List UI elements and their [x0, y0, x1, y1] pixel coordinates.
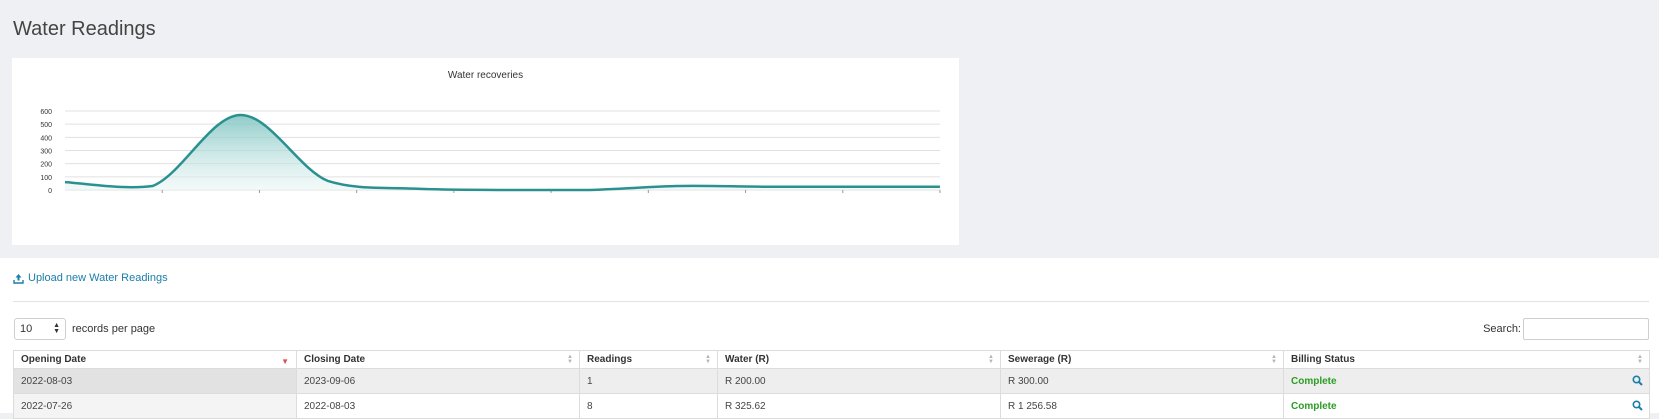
column-label: Water (R) [725, 354, 770, 365]
search-icon[interactable] [1632, 375, 1643, 386]
column-label: Billing Status [1291, 354, 1355, 365]
search-box: Search: [1483, 318, 1649, 340]
search-icon[interactable] [1632, 400, 1643, 411]
table-row[interactable]: 2022-07-26 2022-08-03 8 R 325.62 R 1 256… [13, 393, 1650, 419]
upload-icon [13, 273, 24, 284]
sort-icon: ▲ ▼ [1271, 354, 1277, 365]
opening-date-cell: 2022-08-03 [13, 368, 297, 394]
table-header-row: Opening Date ▼ Closing Date ▲ ▼ Readings … [13, 350, 1650, 369]
sort-icon: ▲ ▼ [1637, 354, 1643, 365]
y-tick-label: 200 [40, 162, 52, 169]
opening-date-cell: 2022-07-26 [13, 393, 297, 419]
y-tick-label: 0 [48, 188, 52, 195]
chart-title: Water recoveries [448, 70, 523, 81]
water-cell: R 325.62 [717, 393, 1001, 419]
billing-status-cell: Complete [1283, 393, 1650, 419]
search-label: Search: [1483, 323, 1521, 335]
closing-date-cell: 2023-09-06 [296, 368, 580, 394]
water-cell: R 200.00 [717, 368, 1001, 394]
column-header-water[interactable]: Water (R) ▲ ▼ [717, 350, 1001, 369]
divider [13, 301, 1649, 302]
column-label: Sewerage (R) [1008, 354, 1072, 365]
series-area [65, 114, 940, 190]
page-title: Water Readings [13, 18, 156, 40]
table-row[interactable]: 2022-08-03 2023-09-06 1 R 200.00 R 300.0… [13, 368, 1650, 394]
status-badge: Complete [1291, 400, 1337, 412]
y-tick-label: 500 [40, 122, 52, 129]
upload-readings-label: Upload new Water Readings [28, 272, 168, 284]
water-recoveries-chart: Water recoveries 0 100 200 300 400 500 600 [12, 58, 959, 245]
records-per-page-select[interactable]: 10 ▲ ▼ [14, 318, 66, 340]
y-tick-label: 300 [40, 149, 52, 156]
column-label: Readings [587, 354, 633, 365]
sewerage-cell: R 1 256.58 [1000, 393, 1284, 419]
column-label: Opening Date [21, 354, 87, 365]
records-per-page-value: 10 [20, 323, 33, 335]
column-header-billing-status[interactable]: Billing Status ▲ ▼ [1283, 350, 1650, 369]
status-badge: Complete [1291, 375, 1337, 387]
y-tick-label: 100 [40, 175, 52, 182]
column-label: Closing Date [304, 354, 366, 365]
sort-icon: ▲ ▼ [567, 354, 573, 365]
sewerage-cell: R 300.00 [1000, 368, 1284, 394]
readings-cell: 8 [579, 393, 718, 419]
upload-readings-link[interactable]: Upload new Water Readings [13, 272, 168, 284]
search-input[interactable] [1523, 318, 1649, 340]
column-header-opening-date[interactable]: Opening Date ▼ [13, 350, 297, 369]
records-per-page-label: records per page [72, 323, 156, 335]
readings-table: Opening Date ▼ Closing Date ▲ ▼ Readings … [13, 350, 1650, 419]
column-header-closing-date[interactable]: Closing Date ▲ ▼ [296, 350, 580, 369]
readings-cell: 1 [579, 368, 718, 394]
billing-status-cell: Complete [1283, 368, 1650, 394]
y-tick-label: 400 [40, 135, 52, 142]
closing-date-cell: 2022-08-03 [296, 393, 580, 419]
chart-canvas: Water recoveries 0 100 200 300 400 500 600 [40, 70, 941, 195]
sort-icon: ▲ ▼ [988, 354, 994, 365]
select-arrows-icon: ▲ ▼ [53, 322, 60, 335]
y-tick-label: 600 [40, 109, 52, 116]
sort-icon: ▲ ▼ [705, 354, 711, 365]
column-header-sewerage[interactable]: Sewerage (R) ▲ ▼ [1000, 350, 1284, 369]
sort-desc-icon: ▼ [281, 357, 289, 366]
readings-panel: Upload new Water Readings 10 ▲ ▼ records … [0, 258, 1659, 419]
column-header-readings[interactable]: Readings ▲ ▼ [579, 350, 718, 369]
records-per-page: 10 ▲ ▼ records per page [14, 318, 155, 340]
